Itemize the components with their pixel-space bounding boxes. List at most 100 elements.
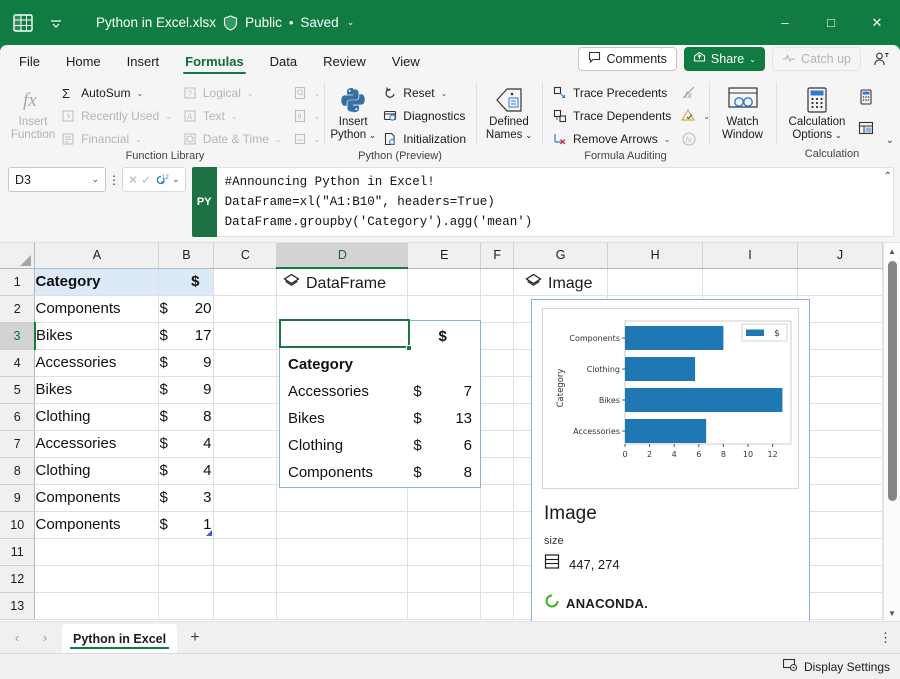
chevron-down-icon[interactable]: ⌄ — [314, 135, 321, 144]
tab-data[interactable]: Data — [257, 51, 310, 75]
text-button[interactable]: A Text ⌄ — [177, 105, 287, 127]
lookup-reference-button[interactable]: ⌄ — [287, 82, 326, 104]
row-header-3[interactable]: 3 — [0, 322, 35, 349]
image-card[interactable]: Category Components Clothing Bikes Acces… — [531, 299, 810, 621]
person-add-icon[interactable] — [868, 47, 894, 71]
cell-b12[interactable] — [159, 565, 214, 592]
column-header-e[interactable]: E — [408, 243, 481, 268]
cell-a2[interactable]: Components — [35, 295, 159, 322]
expand-formula-bar-button[interactable]: ⌃ — [884, 171, 892, 182]
cell-e1[interactable] — [408, 268, 481, 295]
cell-f4[interactable] — [481, 349, 514, 376]
cell-e13[interactable] — [408, 592, 481, 619]
trace-precedents-button[interactable]: Trace Precedents — [547, 82, 676, 104]
fill-handle[interactable] — [406, 345, 412, 351]
cell-d11[interactable] — [277, 538, 408, 565]
sheet-tab-python-in-excel[interactable]: Python in Excel — [62, 624, 177, 653]
row-header-10[interactable]: 10 — [0, 511, 35, 538]
cell-i1[interactable] — [703, 268, 798, 295]
chevron-down-icon[interactable]: ⌄ — [165, 112, 172, 121]
cell-f7[interactable] — [481, 430, 514, 457]
cell-j8[interactable] — [798, 457, 883, 484]
defined-names-button[interactable]: Defined Names ⌄ — [481, 80, 537, 142]
cell-j6[interactable] — [798, 403, 883, 430]
catch-up-button[interactable]: Catch up — [772, 47, 861, 71]
previous-sheet-icon[interactable]: ‹ — [4, 625, 30, 651]
cell-a8[interactable]: Clothing — [35, 457, 159, 484]
cell-c1[interactable] — [214, 268, 277, 295]
row-header-13[interactable]: 13 — [0, 592, 35, 619]
scroll-down-icon[interactable]: ▼ — [884, 605, 900, 621]
cell-j9[interactable] — [798, 484, 883, 511]
reset-button[interactable]: Reset ⌄ — [377, 82, 471, 104]
cell-j4[interactable] — [798, 349, 883, 376]
cell-b5[interactable]: $9 — [159, 376, 214, 403]
chevron-down-icon[interactable]: ⌄ — [247, 89, 254, 98]
cell-c12[interactable] — [214, 565, 277, 592]
tab-insert[interactable]: Insert — [114, 51, 173, 75]
chevron-down-icon[interactable]: ⌄ — [275, 135, 282, 144]
chevron-down-icon[interactable]: ⌄ — [369, 129, 376, 142]
chevron-down-icon[interactable]: ⌄ — [136, 89, 143, 98]
row-header-1[interactable]: 1 — [0, 268, 35, 295]
cell-f5[interactable] — [481, 376, 514, 403]
cell-j11[interactable] — [798, 538, 883, 565]
chevron-down-icon[interactable]: ⌄ — [314, 89, 321, 98]
cell-a10[interactable]: Components — [35, 511, 159, 538]
cell-a9[interactable]: Components — [35, 484, 159, 511]
cell-a5[interactable]: Bikes — [35, 376, 159, 403]
cell-j13[interactable] — [798, 592, 883, 619]
cell-f8[interactable] — [481, 457, 514, 484]
chevron-down-icon[interactable]: ⌄ — [835, 129, 842, 142]
cell-f6[interactable] — [481, 403, 514, 430]
cell-j3[interactable] — [798, 322, 883, 349]
tab-formulas[interactable]: Formulas — [172, 51, 257, 75]
cell-d9[interactable] — [277, 484, 408, 511]
cell-c2[interactable] — [214, 295, 277, 322]
cell-b11[interactable] — [159, 538, 214, 565]
chevron-down-icon[interactable]: ⌄ — [664, 135, 671, 144]
cell-c8[interactable] — [214, 457, 277, 484]
cell-f3[interactable] — [481, 322, 514, 349]
tab-view[interactable]: View — [379, 51, 433, 75]
close-button[interactable]: ✕ — [854, 0, 900, 45]
sheet-options-icon[interactable]: ⋮ — [879, 622, 892, 653]
math-trig-button[interactable]: θ ⌄ — [287, 105, 326, 127]
add-sheet-button[interactable]: + — [177, 622, 213, 653]
minimize-button[interactable]: – — [762, 0, 808, 45]
scrollbar-thumb[interactable] — [888, 261, 897, 501]
cell-a12[interactable] — [35, 565, 159, 592]
cell-e11[interactable] — [408, 538, 481, 565]
chevron-down-icon[interactable]: ⌄ — [172, 174, 180, 185]
row-header-8[interactable]: 8 — [0, 457, 35, 484]
next-sheet-icon[interactable]: › — [32, 625, 58, 651]
cell-j1[interactable] — [798, 268, 883, 295]
cell-d2[interactable] — [277, 295, 408, 322]
tab-home[interactable]: Home — [53, 51, 114, 75]
row-header-9[interactable]: 9 — [0, 484, 35, 511]
dynamic-array-icon[interactable]: 123 — [154, 173, 169, 187]
cell-f9[interactable] — [481, 484, 514, 511]
cell-c13[interactable] — [214, 592, 277, 619]
comments-button[interactable]: Comments — [578, 47, 676, 71]
maximize-button[interactable]: □ — [808, 0, 854, 45]
chevron-down-icon[interactable]: ⌄ — [441, 89, 448, 98]
row-header-12[interactable]: 12 — [0, 565, 35, 592]
worksheet-grid[interactable]: A B C D E F G H I J 1 Category $ — [0, 243, 883, 621]
chevron-down-icon[interactable]: ⌄ — [314, 112, 321, 121]
tab-review[interactable]: Review — [310, 51, 379, 75]
cell-j12[interactable] — [798, 565, 883, 592]
recently-used-button[interactable]: Recently Used ⌄ — [55, 105, 177, 127]
enter-icon[interactable]: ✓ — [141, 173, 151, 187]
cell-a4[interactable]: Accessories — [35, 349, 159, 376]
quick-access-toolbar-icon[interactable] — [42, 9, 70, 37]
column-header-g[interactable]: G — [514, 243, 608, 268]
cell-f10[interactable] — [481, 511, 514, 538]
chevron-down-icon[interactable]: ⌄ — [91, 174, 99, 185]
cell-f1[interactable] — [481, 268, 514, 295]
cell-j5[interactable] — [798, 376, 883, 403]
cell-d12[interactable] — [277, 565, 408, 592]
name-box[interactable]: D3 ⌄ — [8, 167, 106, 192]
chevron-down-icon[interactable]: ⌄ — [231, 112, 238, 121]
cell-d13[interactable] — [277, 592, 408, 619]
